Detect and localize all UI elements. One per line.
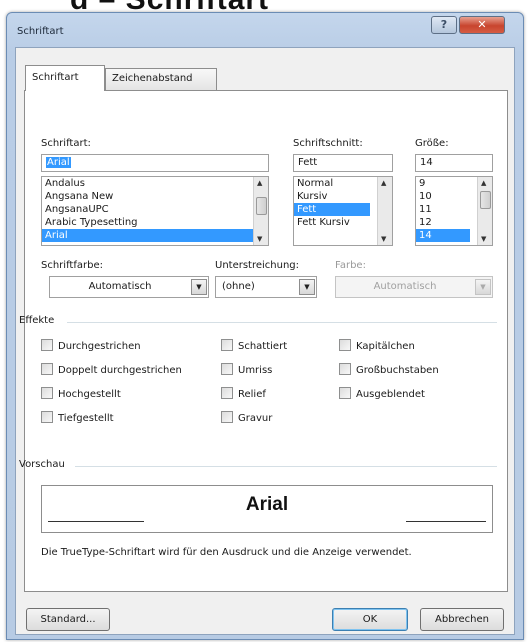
- checkbox-label: Doppelt durchgestrichen: [58, 365, 182, 376]
- checkbox-box[interactable]: [41, 339, 53, 351]
- checkbox-box[interactable]: [41, 387, 53, 399]
- scroll-up-icon[interactable]: ▲: [481, 179, 486, 187]
- underline-value: (ohne): [222, 281, 255, 292]
- title-bar[interactable]: Schriftart ? ✕: [7, 13, 523, 47]
- font-label: Schriftart:: [41, 138, 91, 149]
- scroll-up-icon[interactable]: ▲: [257, 179, 262, 187]
- effects-divider: [67, 322, 497, 323]
- size-list[interactable]: 9 10 11 12 14 ▲ ▼: [415, 176, 493, 246]
- checkbox-label: Gravur: [238, 413, 273, 424]
- style-input[interactable]: Fett: [293, 154, 393, 172]
- preview-baseline-right: [406, 521, 486, 522]
- preview-box: Arial: [41, 485, 493, 533]
- checkbox-schattiert[interactable]: Schattiert: [221, 339, 287, 353]
- font-list[interactable]: Andalus Angsana New AngsanaUPC Arabic Ty…: [41, 176, 269, 246]
- checkbox-box[interactable]: [221, 339, 233, 351]
- checkbox-doppelt-durchgestrichen[interactable]: Doppelt durchgestrichen: [41, 363, 182, 377]
- chevron-down-icon[interactable]: ▼: [299, 279, 315, 295]
- list-item-selected[interactable]: Arial: [42, 229, 268, 242]
- font-dialog: Schriftart ? ✕ Schriftart Zeichenabstand…: [6, 12, 524, 640]
- list-item-selected[interactable]: Fett: [294, 203, 370, 216]
- dialog-client-area: Schriftart Zeichenabstand Schriftart: Ar…: [15, 47, 515, 635]
- chevron-down-icon[interactable]: ▼: [191, 279, 207, 295]
- scroll-down-icon[interactable]: ▼: [481, 235, 486, 243]
- list-item[interactable]: Arabic Typesetting: [42, 216, 268, 229]
- checkbox-tiefgestellt[interactable]: Tiefgestellt: [41, 411, 114, 425]
- checkbox-box[interactable]: [221, 387, 233, 399]
- checkbox-relief[interactable]: Relief: [221, 387, 266, 401]
- help-button[interactable]: ?: [431, 16, 457, 34]
- font-color-dropdown[interactable]: Automatisch ▼: [49, 276, 209, 298]
- scroll-down-icon[interactable]: ▼: [381, 235, 386, 243]
- list-item[interactable]: Andalus: [42, 177, 268, 190]
- checkbox-label: Kapitälchen: [356, 341, 415, 352]
- chevron-down-icon: ▼: [475, 279, 491, 295]
- size-input[interactable]: 14: [415, 154, 493, 172]
- tab-zeichenabstand[interactable]: Zeichenabstand: [105, 68, 217, 90]
- checkbox-box[interactable]: [339, 363, 351, 375]
- list-item-selected[interactable]: 14: [416, 229, 470, 242]
- checkbox-label: Schattiert: [238, 341, 288, 352]
- checkbox-box[interactable]: [221, 411, 233, 423]
- preview-divider: [75, 466, 497, 467]
- style-list-scrollbar[interactable]: ▲ ▼: [377, 177, 392, 245]
- checkbox-box[interactable]: [221, 363, 233, 375]
- checkbox-box[interactable]: [339, 339, 351, 351]
- standard-button[interactable]: Standard...: [26, 608, 110, 631]
- underline-color-dropdown: Automatisch ▼: [335, 276, 493, 298]
- checkbox-label: Ausgeblendet: [356, 389, 425, 400]
- checkbox-label: Relief: [238, 389, 266, 400]
- scroll-thumb[interactable]: [480, 191, 491, 209]
- preview-baseline-left: [48, 521, 144, 522]
- scroll-down-icon[interactable]: ▼: [257, 235, 262, 243]
- preview-description: Die TrueType-Schriftart wird für den Aus…: [41, 547, 412, 558]
- checkbox-ausgeblendet[interactable]: Ausgeblendet: [339, 387, 425, 401]
- size-list-scrollbar[interactable]: ▲ ▼: [477, 177, 492, 245]
- checkbox-umriss[interactable]: Umriss: [221, 363, 272, 377]
- font-input-value: Arial: [46, 157, 71, 168]
- effects-group-title: Effekte: [19, 315, 55, 326]
- size-label: Größe:: [415, 138, 449, 149]
- underline-label: Unterstreichung:: [215, 260, 300, 271]
- ok-button[interactable]: OK: [332, 608, 408, 631]
- checkbox-label: Hochgestellt: [58, 389, 121, 400]
- tab-panel: Schriftart: Arial Andalus Angsana New An…: [19, 90, 508, 592]
- checkbox-label: Durchgestrichen: [58, 341, 141, 352]
- checkbox-grossbuchstaben[interactable]: Großbuchstaben: [339, 363, 439, 377]
- window-title: Schriftart: [17, 26, 64, 37]
- preview-sample-text: Arial: [245, 494, 289, 515]
- underline-color-label: Farbe:: [335, 260, 366, 271]
- checkbox-hochgestellt[interactable]: Hochgestellt: [41, 387, 121, 401]
- checkbox-label: Großbuchstaben: [356, 365, 439, 376]
- style-list[interactable]: Normal Kursiv Fett Fett Kursiv ▲ ▼: [293, 176, 393, 246]
- checkbox-durchgestrichen[interactable]: Durchgestrichen: [41, 339, 141, 353]
- close-button[interactable]: ✕: [459, 16, 505, 34]
- font-color-label: Schriftfarbe:: [41, 260, 103, 271]
- underline-dropdown[interactable]: (ohne) ▼: [215, 276, 317, 298]
- tab-schriftart[interactable]: Schriftart: [25, 65, 105, 91]
- checkbox-box[interactable]: [339, 387, 351, 399]
- list-item[interactable]: Angsana New: [42, 190, 268, 203]
- checkbox-label: Tiefgestellt: [58, 413, 114, 424]
- font-input[interactable]: Arial: [41, 154, 269, 172]
- scroll-thumb[interactable]: [256, 197, 267, 215]
- list-item[interactable]: AngsanaUPC: [42, 203, 268, 216]
- scroll-up-icon[interactable]: ▲: [381, 179, 386, 187]
- checkbox-box[interactable]: [41, 411, 53, 423]
- cancel-button[interactable]: Abbrechen: [420, 608, 504, 631]
- style-label: Schriftschnitt:: [293, 138, 363, 149]
- checkbox-label: Umriss: [238, 365, 273, 376]
- preview-group-title: Vorschau: [19, 459, 65, 470]
- font-color-value: Automatisch: [88, 281, 152, 292]
- checkbox-gravur[interactable]: Gravur: [221, 411, 272, 425]
- close-icon: ✕: [477, 18, 487, 31]
- underline-color-value: Automatisch: [373, 281, 437, 292]
- font-list-scrollbar[interactable]: ▲ ▼: [253, 177, 268, 245]
- checkbox-box[interactable]: [41, 363, 53, 375]
- checkbox-kapitaelchen[interactable]: Kapitälchen: [339, 339, 415, 353]
